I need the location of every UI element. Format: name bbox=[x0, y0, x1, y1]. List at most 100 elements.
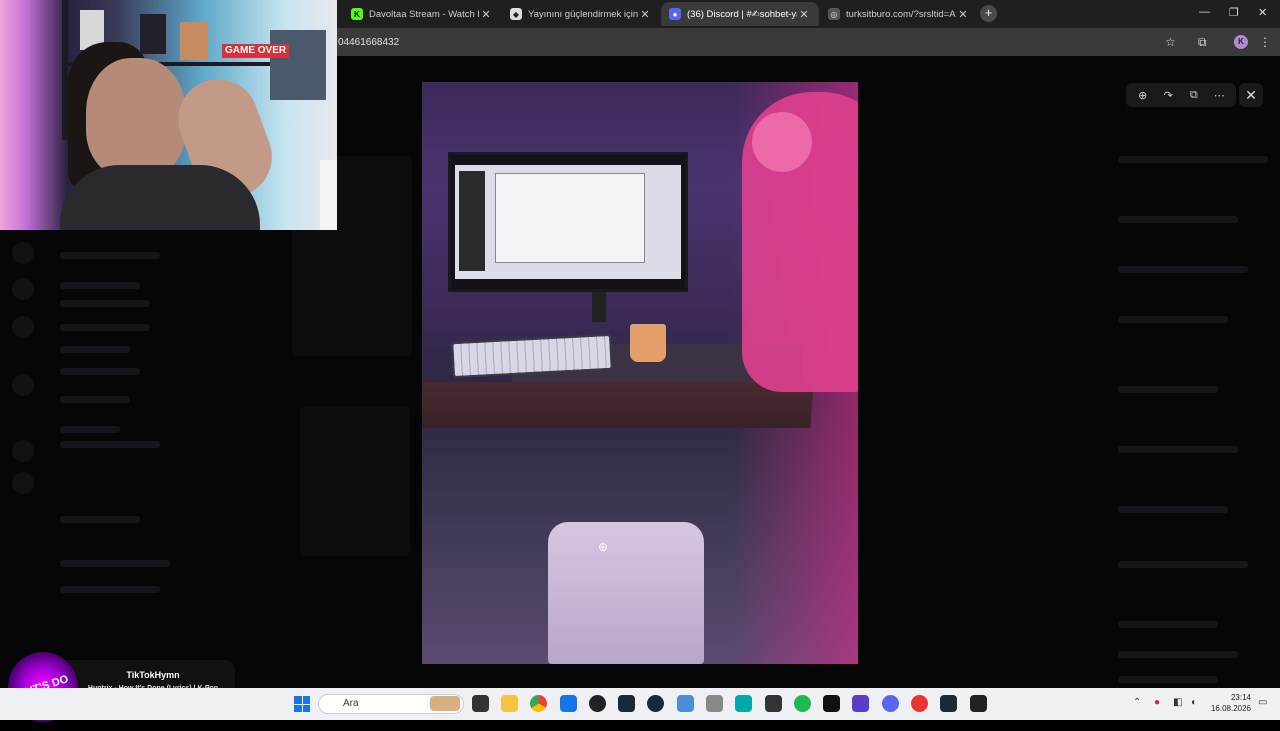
taskbar bbox=[0, 688, 1280, 720]
restore-icon[interactable]: ❐ bbox=[1229, 6, 1239, 19]
clock-time: 23:14 bbox=[1230, 693, 1251, 702]
weather-widget-icon[interactable] bbox=[430, 696, 460, 711]
message-image-placeholder bbox=[300, 406, 410, 556]
channel-row bbox=[60, 560, 170, 567]
task-view-icon[interactable] bbox=[472, 695, 489, 712]
close-window-icon[interactable]: ✕ bbox=[1258, 6, 1267, 19]
calculator-icon[interactable] bbox=[677, 695, 694, 712]
poster bbox=[270, 30, 326, 100]
notification-icon[interactable]: ▭ bbox=[1258, 697, 1267, 708]
tab-title: Yayınını güçlendirmek için en iy bbox=[528, 8, 638, 20]
forward-icon[interactable]: ↷ bbox=[1159, 89, 1177, 102]
stool bbox=[548, 522, 704, 664]
monitor-stand bbox=[592, 292, 606, 322]
close-viewer-button[interactable]: ✕ bbox=[1239, 83, 1263, 107]
close-tab-icon[interactable]: ✕ bbox=[479, 8, 493, 21]
tab-title: (36) Discord | #✍sohbet-yayın bbox=[687, 8, 797, 20]
monitor bbox=[448, 152, 688, 292]
outlook-icon[interactable] bbox=[560, 695, 577, 712]
monitor-screen bbox=[455, 165, 681, 279]
open-external-icon[interactable]: ⧉ bbox=[1185, 89, 1203, 102]
chair bbox=[320, 160, 337, 230]
channel-row bbox=[60, 368, 140, 375]
globe-icon: ◎ bbox=[828, 8, 840, 20]
channel-row bbox=[60, 282, 140, 289]
spotify-icon[interactable] bbox=[794, 695, 811, 712]
member-row bbox=[1118, 266, 1248, 273]
channel-row bbox=[60, 346, 130, 353]
epic-games-icon[interactable] bbox=[970, 695, 987, 712]
member-row bbox=[1118, 316, 1228, 323]
new-tab-button[interactable]: + bbox=[980, 5, 997, 22]
close-tab-icon[interactable]: ✕ bbox=[797, 8, 811, 21]
server-icon bbox=[12, 374, 34, 396]
close-tab-icon[interactable]: ✕ bbox=[638, 8, 652, 21]
volume-icon[interactable]: ◖ bbox=[1190, 697, 1196, 708]
microphone-app-icon[interactable] bbox=[706, 695, 723, 712]
viewer-image[interactable] bbox=[422, 82, 858, 664]
tray-chevron-icon[interactable]: ⌃ bbox=[1133, 697, 1141, 708]
desk bbox=[422, 382, 814, 428]
mug bbox=[630, 324, 666, 362]
app-icon[interactable] bbox=[765, 695, 782, 712]
member-row bbox=[1118, 156, 1268, 163]
member-row bbox=[1118, 506, 1228, 513]
url-text[interactable]: 04461668432 bbox=[338, 37, 399, 48]
recorder-icon[interactable] bbox=[911, 695, 928, 712]
screen-sidebar bbox=[459, 171, 485, 271]
tab-title: Davoltaa Stream - Watch Live o bbox=[369, 8, 479, 20]
start-button[interactable] bbox=[294, 696, 310, 712]
member-row bbox=[1118, 676, 1218, 683]
minimize-icon[interactable]: — bbox=[1199, 6, 1210, 18]
discord-taskbar-icon[interactable] bbox=[882, 695, 899, 712]
viewer-toolbar: ⊕ ↷ ⧉ ⋯ bbox=[1126, 83, 1236, 107]
extensions-icon[interactable]: ⧉ bbox=[1198, 35, 1207, 50]
streamer-shirt bbox=[60, 165, 260, 230]
game-over-poster: GAME OVER bbox=[222, 44, 290, 58]
more-icon[interactable]: ⋯ bbox=[1210, 89, 1228, 102]
tab-title: turksitburo.com/?srsltid=AfmB bbox=[846, 8, 956, 20]
member-row bbox=[1118, 446, 1238, 453]
menu-dots-icon[interactable]: ⋮ bbox=[1259, 35, 1271, 49]
close-tab-icon[interactable]: ✕ bbox=[956, 8, 970, 21]
tab-davoltaa-stream[interactable]: K Davoltaa Stream - Watch Live o ✕ bbox=[343, 2, 501, 26]
member-row bbox=[1118, 561, 1248, 568]
tab-discord[interactable]: ● (36) Discord | #✍sohbet-yayın ✕ bbox=[661, 2, 819, 26]
zoom-cursor-icon: ⊕ bbox=[598, 540, 609, 554]
microphone-icon[interactable]: ● bbox=[1154, 697, 1160, 708]
screen-window bbox=[495, 173, 645, 263]
bookmark-star-icon[interactable]: ☆ bbox=[1165, 35, 1176, 49]
teddy-bear-ear bbox=[752, 112, 812, 172]
server-icon bbox=[12, 440, 34, 462]
server-icon bbox=[12, 278, 34, 300]
zoom-in-icon[interactable]: ⊕ bbox=[1134, 89, 1152, 102]
figure bbox=[140, 14, 166, 54]
steam-overlay-icon[interactable] bbox=[618, 695, 635, 712]
taskbar-clock[interactable]: 23:14 16.08.2026 bbox=[1205, 692, 1251, 714]
streamer-face bbox=[86, 58, 186, 178]
channel-row bbox=[60, 252, 160, 259]
profile-avatar[interactable]: K bbox=[1234, 35, 1248, 49]
server-icon bbox=[12, 472, 34, 494]
tab-yayin-guclendirme[interactable]: ◆ Yayınını güçlendirmek için en iy ✕ bbox=[502, 2, 660, 26]
snipping-tool-icon[interactable] bbox=[735, 695, 752, 712]
discord-icon: ● bbox=[669, 8, 681, 20]
tab-turksitburo[interactable]: ◎ turksitburo.com/?srsltid=AfmB ✕ bbox=[820, 2, 978, 26]
chrome-icon[interactable] bbox=[530, 695, 547, 712]
member-row bbox=[1118, 651, 1238, 658]
file-explorer-icon[interactable] bbox=[501, 695, 518, 712]
channel-row bbox=[60, 300, 150, 307]
steam-icon-2[interactable] bbox=[940, 695, 957, 712]
steam-icon[interactable] bbox=[647, 695, 664, 712]
member-row bbox=[1118, 621, 1218, 628]
figure bbox=[180, 22, 208, 60]
server-icon bbox=[12, 316, 34, 338]
clock-date: 16.08.2026 bbox=[1210, 704, 1251, 713]
server-icon bbox=[12, 242, 34, 264]
network-icon[interactable]: ◧ bbox=[1173, 697, 1182, 708]
gem-icon: ◆ bbox=[510, 8, 522, 20]
visual-studio-icon[interactable] bbox=[852, 695, 869, 712]
channel-row bbox=[60, 441, 160, 448]
obs-icon[interactable] bbox=[589, 695, 606, 712]
terminal-icon[interactable] bbox=[823, 695, 840, 712]
